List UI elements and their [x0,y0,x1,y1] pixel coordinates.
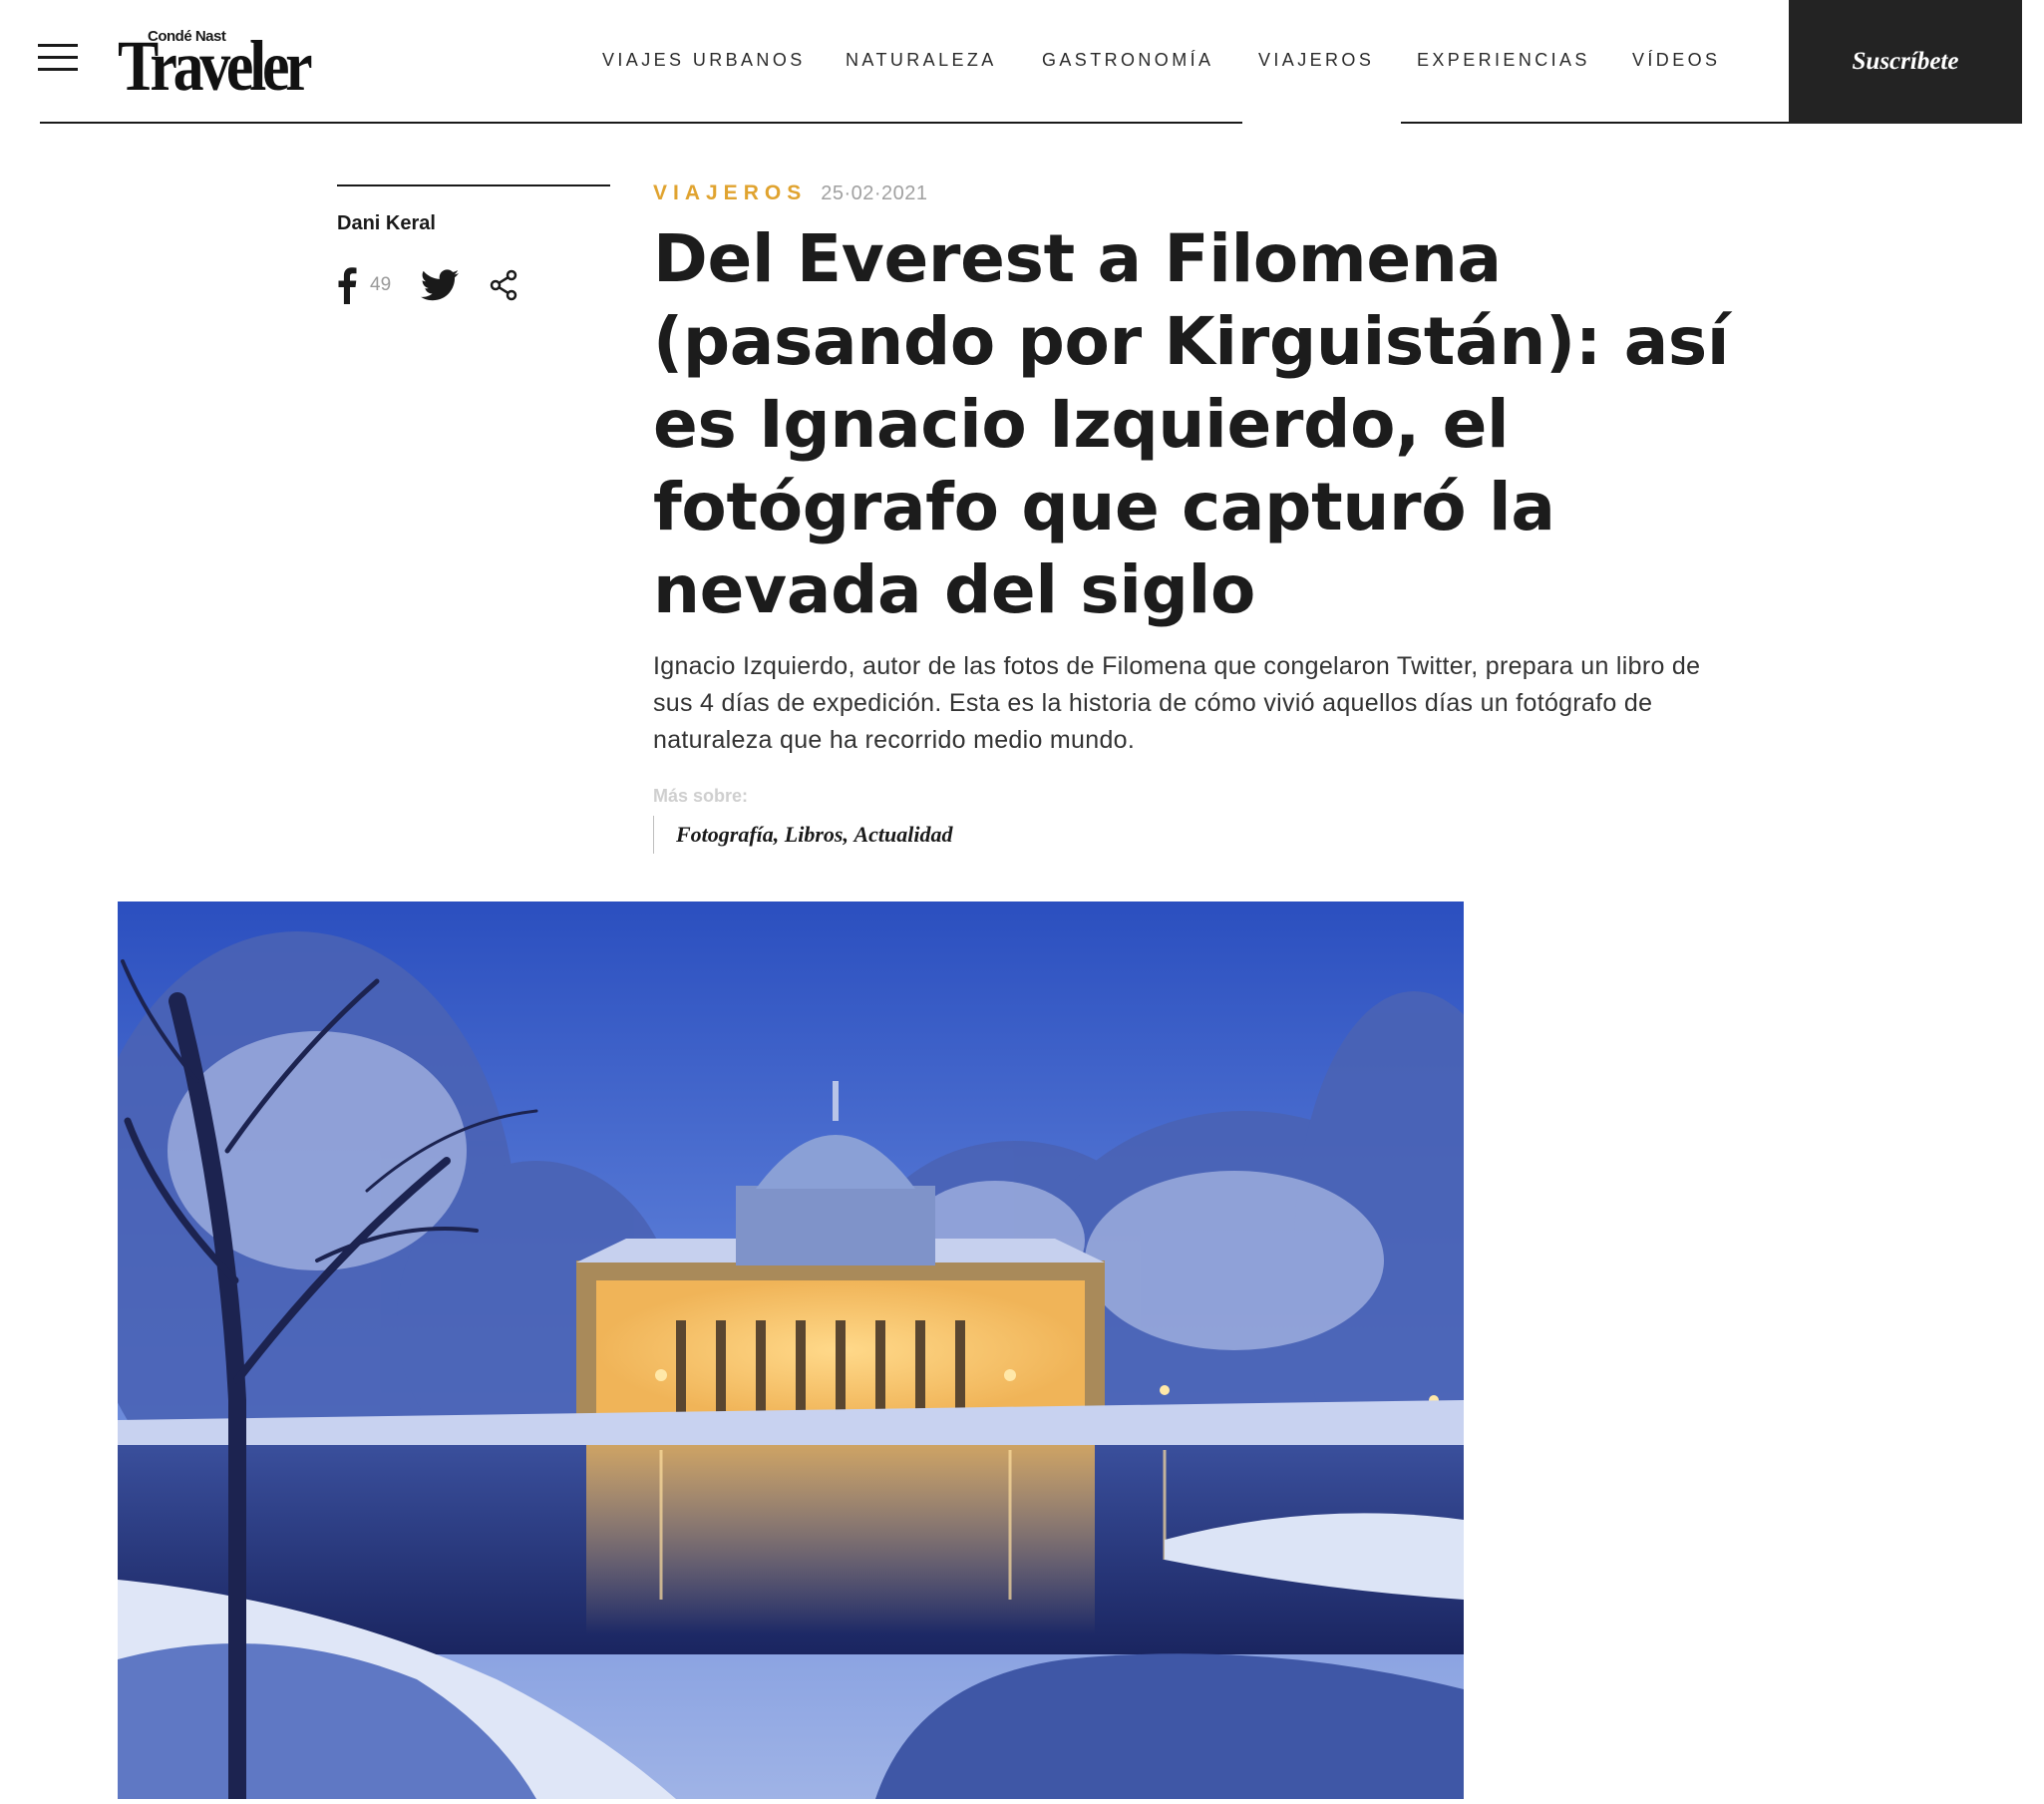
tag-separator: , [843,822,854,847]
logo-publisher: Condé Nast [148,28,226,45]
article-meta: VIAJEROS 25·02·2021 [653,181,928,207]
nav-item-viajeros[interactable]: VIAJEROS [1258,50,1374,71]
facebook-icon[interactable] [337,266,357,304]
header-divider [40,122,1242,124]
tag-libros[interactable]: Libros [785,822,844,848]
subscribe-button[interactable]: Suscríbete [1789,0,2022,124]
tag-list: Fotografía, Libros, Actualidad [653,816,953,854]
sidebar-divider [337,184,610,186]
publish-date: 25·02·2021 [821,182,928,204]
nav-item-experiencias[interactable]: EXPERIENCIAS [1417,50,1590,71]
hero-photo-snowy-crystal-palace [118,902,1464,1799]
tag-separator: , [773,822,785,847]
more-about-label: Más sobre: [653,786,749,806]
facebook-share-count: 49 [370,274,392,295]
nav-item-videos[interactable]: VÍDEOS [1632,50,1720,71]
site-logo[interactable]: Traveler Condé Nast [118,24,313,102]
share-icon[interactable] [487,268,520,302]
author-name[interactable]: Dani Keral [337,212,610,235]
tag-fotografia[interactable]: Fotografía [676,822,774,848]
hero-image [118,902,1464,1799]
article-title: Del Everest a Filomena (pasando por Kirg… [653,220,1730,628]
hamburger-menu-icon[interactable] [38,44,78,74]
article-sidebar: Dani Keral 49 [337,184,610,304]
share-bar: 49 [337,266,610,306]
twitter-icon[interactable] [421,269,459,301]
section-label[interactable]: VIAJEROS [653,181,807,204]
tag-actualidad[interactable]: Actualidad [853,822,952,848]
site-header: Traveler Condé Nast VIAJES URBANOS NATUR… [0,0,2044,125]
header-divider [1401,122,1790,124]
nav-item-gastronomia[interactable]: GASTRONOMÍA [1042,50,1213,71]
article-dek: Ignacio Izquierdo, autor de las fotos de… [653,652,1701,754]
nav-item-naturaleza[interactable]: NATURALEZA [846,50,997,71]
nav-item-viajes-urbanos[interactable]: VIAJES URBANOS [602,50,806,71]
